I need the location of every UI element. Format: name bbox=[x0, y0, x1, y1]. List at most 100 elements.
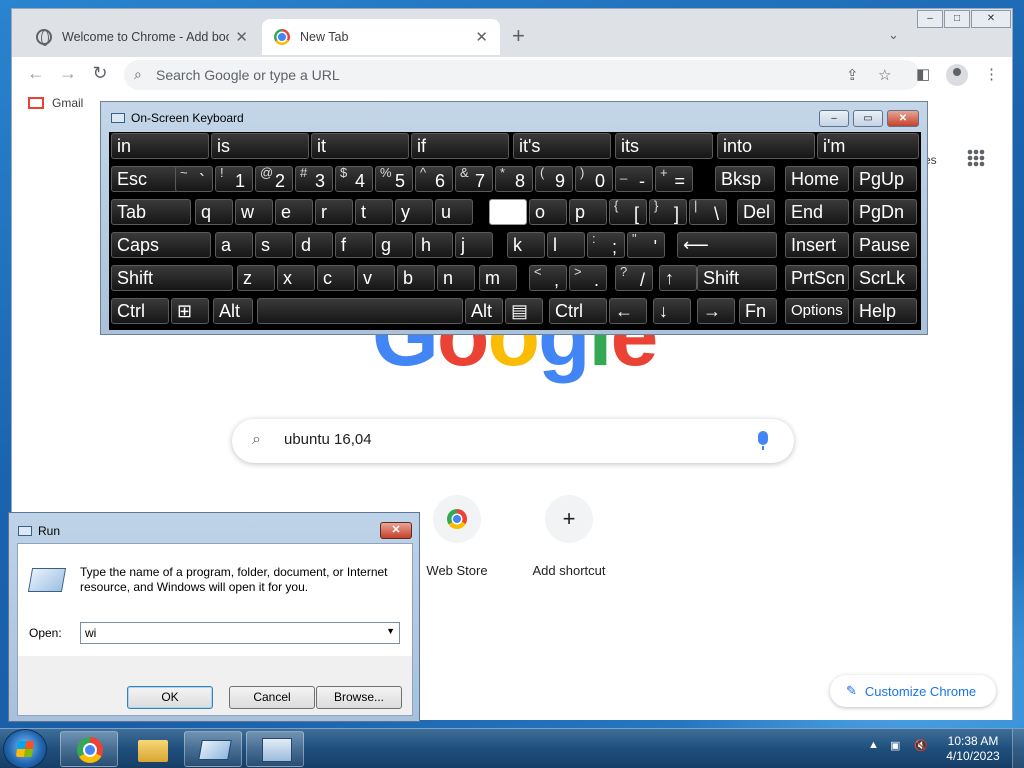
osk-key-row4-13[interactable]: PrtScn bbox=[785, 265, 849, 291]
osk-key-row4-1[interactable]: z bbox=[237, 265, 275, 291]
osk-key-row4-8[interactable]: <, bbox=[529, 265, 567, 291]
osk-key-row1-8[interactable]: & 7 bbox=[455, 166, 493, 192]
osk-key-row5-7[interactable]: ← bbox=[609, 298, 647, 324]
osk-key-row4-9[interactable]: >. bbox=[569, 265, 607, 291]
osk-key-row4-2[interactable]: x bbox=[277, 265, 315, 291]
maximize-button[interactable]: □ bbox=[944, 10, 970, 28]
osk-key-row2-1[interactable]: q bbox=[195, 199, 233, 225]
osk-key-row1-7[interactable]: ^ 6 bbox=[415, 166, 453, 192]
omnibox[interactable]: ⌕ ⇪ ☆ bbox=[124, 60, 920, 90]
osk-suggestion-suggestions-3[interactable]: if bbox=[411, 133, 509, 159]
osk-key-row1-0[interactable]: Esc bbox=[111, 166, 179, 192]
osk-key-row4-0[interactable]: Shift bbox=[111, 265, 233, 291]
microphone-icon[interactable] bbox=[758, 431, 768, 450]
run-close-button[interactable]: ✕ bbox=[380, 522, 412, 539]
osk-suggestion-suggestions-7[interactable]: i'm bbox=[817, 133, 919, 159]
osk-key-row2-7[interactable]: u bbox=[435, 199, 473, 225]
osk-key-row4-12[interactable]: Shift bbox=[697, 265, 777, 291]
osk-suggestion-suggestions-6[interactable]: into bbox=[717, 133, 815, 159]
new-tab-button[interactable]: + bbox=[512, 25, 525, 47]
show-desktop-button[interactable] bbox=[1012, 729, 1024, 768]
osk-key-row1-13[interactable]: + = bbox=[655, 166, 693, 192]
osk-key-row3-11[interactable]: " ' bbox=[627, 232, 665, 258]
share-icon[interactable]: ⇪ bbox=[846, 66, 859, 84]
bookmark-gmail[interactable]: Gmail bbox=[28, 96, 83, 110]
reload-button[interactable]: ↻ bbox=[88, 63, 112, 84]
osk-key-row4-3[interactable]: c bbox=[317, 265, 355, 291]
clock[interactable]: 10:38 AM 4/10/2023 bbox=[940, 734, 1006, 764]
osk-key-row4-6[interactable]: n bbox=[437, 265, 475, 291]
search-input[interactable] bbox=[284, 431, 724, 448]
osk-key-row4-4[interactable]: v bbox=[357, 265, 395, 291]
tab-search-icon[interactable]: ⌄ bbox=[888, 27, 899, 43]
osk-suggestion-suggestions-1[interactable]: is bbox=[211, 133, 309, 159]
osk-key-row1-3[interactable]: @2 bbox=[255, 166, 293, 192]
close-window-button[interactable]: ✕ bbox=[971, 10, 1011, 28]
osk-key-row1-15[interactable]: Home bbox=[785, 166, 849, 192]
osk-suggestion-suggestions-2[interactable]: it bbox=[311, 133, 409, 159]
osk-restore-button[interactable]: ▭ bbox=[853, 110, 883, 127]
google-search-box[interactable]: ⌕ bbox=[232, 419, 794, 463]
taskbar-explorer[interactable] bbox=[122, 731, 180, 767]
osk-key-row5-10[interactable]: Fn bbox=[739, 298, 777, 324]
menu-icon[interactable]: ⋮ bbox=[984, 65, 999, 83]
osk-key-row1-12[interactable]: _ - bbox=[615, 166, 653, 192]
osk-key-row2-2[interactable]: w bbox=[235, 199, 273, 225]
taskbar-chrome[interactable] bbox=[60, 731, 118, 767]
tab-new-tab[interactable]: New Tab ✕ bbox=[262, 19, 500, 55]
osk-key-row5-12[interactable]: Help bbox=[853, 298, 917, 324]
osk-key-row5-0[interactable]: Ctrl bbox=[111, 298, 169, 324]
osk-key-row1-1[interactable]: ~ ` bbox=[175, 166, 213, 192]
osk-key-row2-15[interactable]: End bbox=[785, 199, 849, 225]
apps-grid-icon[interactable] bbox=[967, 149, 985, 167]
start-button[interactable] bbox=[4, 730, 46, 768]
profile-avatar[interactable] bbox=[946, 64, 968, 86]
osk-key-row2-11[interactable]: {[ bbox=[609, 199, 647, 225]
close-tab-icon[interactable]: ✕ bbox=[235, 28, 248, 46]
osk-key-row2-8[interactable] bbox=[489, 199, 527, 225]
osk-key-row3-3[interactable]: d bbox=[295, 232, 333, 258]
dropdown-arrow-icon[interactable]: ▼ bbox=[386, 626, 395, 636]
forward-button[interactable]: → bbox=[56, 63, 80, 84]
osk-suggestion-suggestions-5[interactable]: its bbox=[615, 133, 713, 159]
close-tab-icon[interactable]: ✕ bbox=[475, 28, 488, 46]
osk-key-row4-5[interactable]: b bbox=[397, 265, 435, 291]
network-icon[interactable]: ▣ bbox=[890, 739, 900, 752]
browse-button[interactable]: Browse... bbox=[316, 686, 402, 709]
osk-key-row2-3[interactable]: e bbox=[275, 199, 313, 225]
show-hidden-icons[interactable]: ▲ bbox=[868, 739, 879, 751]
back-button[interactable]: ← bbox=[24, 63, 48, 84]
osk-key-row2-16[interactable]: PgDn bbox=[853, 199, 917, 225]
osk-key-row3-13[interactable]: Insert bbox=[785, 232, 849, 258]
osk-suggestion-suggestions-0[interactable]: in bbox=[111, 133, 209, 159]
osk-key-row3-4[interactable]: f bbox=[335, 232, 373, 258]
cancel-button[interactable]: Cancel bbox=[229, 686, 315, 709]
osk-key-row4-7[interactable]: m bbox=[479, 265, 517, 291]
osk-key-row2-10[interactable]: p bbox=[569, 199, 607, 225]
osk-minimize-button[interactable]: – bbox=[819, 110, 849, 127]
shortcut-add[interactable]: + Add shortcut bbox=[513, 495, 625, 578]
taskbar-osk[interactable] bbox=[246, 731, 304, 767]
osk-key-row4-14[interactable]: ScrLk bbox=[853, 265, 917, 291]
osk-key-row3-0[interactable]: Caps bbox=[111, 232, 211, 258]
osk-key-row3-5[interactable]: g bbox=[375, 232, 413, 258]
side-panel-icon[interactable]: ◧ bbox=[916, 65, 930, 83]
osk-key-row1-2[interactable]: ! 1 bbox=[215, 166, 253, 192]
osk-key-row3-12[interactable]: ⟵ bbox=[677, 232, 777, 258]
osk-key-row2-12[interactable]: }] bbox=[649, 199, 687, 225]
bookmark-star-icon[interactable]: ☆ bbox=[878, 66, 891, 84]
osk-key-row5-11[interactable]: Options bbox=[785, 298, 849, 324]
osk-key-row5-2[interactable]: Alt bbox=[213, 298, 253, 324]
osk-key-row5-9[interactable]: → bbox=[697, 298, 735, 324]
osk-key-row3-1[interactable]: a bbox=[215, 232, 253, 258]
osk-key-row1-6[interactable]: % 5 bbox=[375, 166, 413, 192]
osk-key-row3-2[interactable]: s bbox=[255, 232, 293, 258]
osk-key-row1-14[interactable]: Bksp bbox=[715, 166, 775, 192]
open-combobox[interactable]: ▼ bbox=[80, 622, 400, 644]
tab-welcome[interactable]: Welcome to Chrome - Add book ✕ bbox=[24, 19, 260, 55]
osk-suggestion-suggestions-4[interactable]: it's bbox=[513, 133, 611, 159]
osk-key-row3-10[interactable]: :; bbox=[587, 232, 625, 258]
osk-key-row2-6[interactable]: y bbox=[395, 199, 433, 225]
osk-key-row5-1[interactable]: ⊞ bbox=[171, 298, 209, 324]
osk-key-row4-10[interactable]: ? / bbox=[615, 265, 653, 291]
